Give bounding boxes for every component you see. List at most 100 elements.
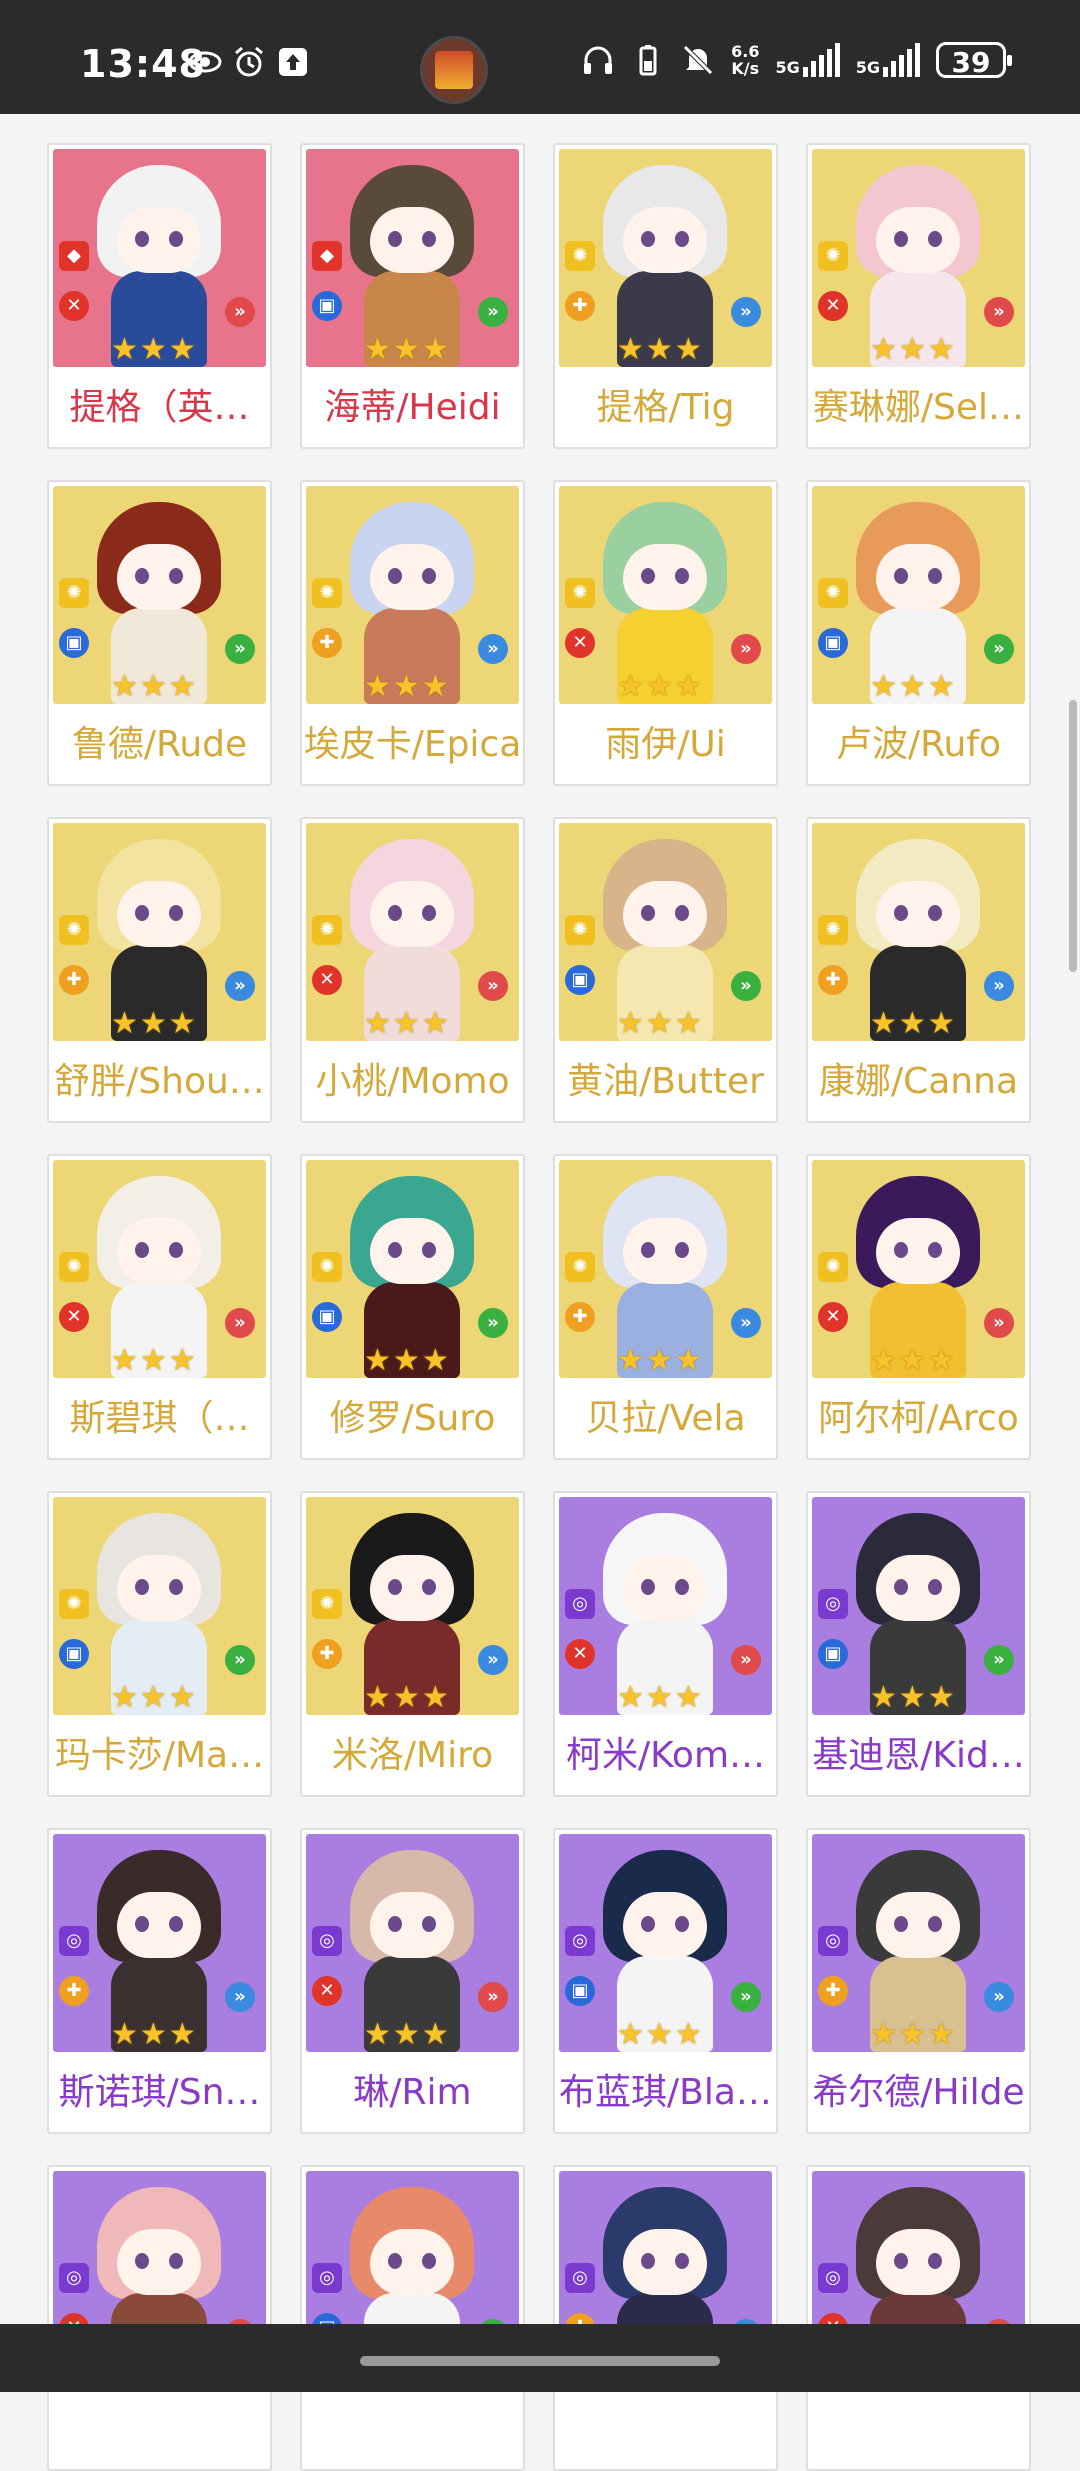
- character-card[interactable]: ✺ ✕» ★ ★ ★ 小桃/Momo: [300, 817, 525, 1123]
- character-card[interactable]: ✺ ▣» ★ ★ ★ 黄油/Butter: [553, 817, 778, 1123]
- element-icon: ◎: [59, 2263, 89, 2293]
- star-icon: ★: [111, 2017, 138, 2052]
- star-icon: ★: [168, 1680, 196, 1715]
- star-icon: ★: [421, 1343, 449, 1378]
- star-icon: ★: [168, 1343, 196, 1378]
- role-icon: ✚: [59, 1976, 89, 2006]
- role-icon: ✚: [59, 965, 89, 995]
- star-icon: ★: [392, 332, 420, 367]
- character-name: 舒胖/Shou…: [54, 1061, 265, 1102]
- character-portrait: ◆ ✕» ★ ★ ★: [53, 149, 266, 367]
- character-card[interactable]: ✺ ✚» ★ ★ ★ 贝拉/Vela: [553, 1154, 778, 1460]
- element-icon: ✺: [565, 1252, 595, 1282]
- element-icon: ✺: [565, 241, 595, 271]
- star-icon: ★: [870, 669, 897, 704]
- position-icon: »: [731, 1308, 761, 1338]
- element-icon: ✺: [59, 1252, 89, 1282]
- character-card[interactable]: ✺ ✚» ★ ★ ★ 提格/Tig: [553, 143, 778, 449]
- character-portrait: ✺ ▣» ★ ★ ★: [812, 486, 1025, 704]
- character-portrait: ✺ ✚» ★ ★ ★: [559, 1160, 772, 1378]
- scrollbar[interactable]: [1069, 700, 1077, 972]
- star-icon: ★: [674, 332, 702, 367]
- character-card[interactable]: ✺ ▣» ★ ★ ★ 鲁德/Rude: [47, 480, 272, 786]
- star-icon: ★: [392, 1680, 420, 1715]
- character-card[interactable]: ◎✕»: [47, 2165, 272, 2471]
- character-card[interactable]: ✺ ✕» ★ ★ ★ 雨伊/Ui: [553, 480, 778, 786]
- element-icon: ◎: [59, 1926, 89, 1956]
- star-icon: ★: [364, 1006, 391, 1041]
- character-portrait: ✺ ✚» ★ ★ ★: [812, 823, 1025, 1041]
- character-name: [555, 2391, 776, 2469]
- star-rating: ★ ★ ★: [617, 1346, 702, 1376]
- character-card[interactable]: ◎ ✕» ★ ★ ★ 柯米/Kom…: [553, 1491, 778, 1797]
- character-portrait: ✺ ▣» ★ ★ ★: [53, 1497, 266, 1715]
- character-card[interactable]: ✺ ✚» ★ ★ ★ 康娜/Canna: [806, 817, 1031, 1123]
- character-portrait: ✺ ✚» ★ ★ ★: [559, 149, 772, 367]
- character-card[interactable]: ✺ ▣» ★ ★ ★ 修罗/Suro: [300, 1154, 525, 1460]
- character-card[interactable]: ✺ ▣» ★ ★ ★ 卢波/Rufo: [806, 480, 1031, 786]
- character-card[interactable]: ◎▣»: [300, 2165, 525, 2471]
- character-card[interactable]: ✺ ✚» ★ ★ ★ 埃皮卡/Epica: [300, 480, 525, 786]
- character-name: 康娜/Canna: [818, 1061, 1019, 1102]
- star-icon: ★: [392, 2017, 420, 2052]
- character-card[interactable]: ◆ ▣» ★ ★ ★ 海蒂/Heidi: [300, 143, 525, 449]
- star-icon: ★: [111, 1343, 138, 1378]
- element-icon: ◎: [565, 2263, 595, 2293]
- position-icon: »: [225, 1982, 255, 2012]
- star-icon: ★: [898, 669, 926, 704]
- character-card[interactable]: ◎✕»: [806, 2165, 1031, 2471]
- star-rating: ★ ★ ★: [111, 1683, 196, 1713]
- star-icon: ★: [645, 1006, 673, 1041]
- role-icon: ✚: [818, 965, 848, 995]
- character-name: [302, 2391, 523, 2469]
- character-card[interactable]: ✺ ✚» ★ ★ ★ 米洛/Miro: [300, 1491, 525, 1797]
- character-name: 提格/Tig: [596, 387, 735, 428]
- sim2-label: 5G: [855, 58, 880, 77]
- character-card[interactable]: ◎✚»: [553, 2165, 778, 2471]
- star-icon: ★: [645, 2017, 673, 2052]
- character-name: 黄油/Butter: [567, 1061, 764, 1102]
- role-icon: ✚: [312, 628, 342, 658]
- character-card[interactable]: ◎ ▣» ★ ★ ★ 布蓝琪/Bla…: [553, 1828, 778, 2134]
- element-icon: ◎: [565, 1589, 595, 1619]
- star-icon: ★: [674, 2017, 702, 2052]
- character-card[interactable]: ◎ ✚» ★ ★ ★ 希尔德/Hilde: [806, 1828, 1031, 2134]
- star-icon: ★: [674, 1680, 702, 1715]
- element-icon: ✺: [59, 915, 89, 945]
- character-card[interactable]: ◎ ▣» ★ ★ ★ 基迪恩/Kid…: [806, 1491, 1031, 1797]
- character-name: 小桃/Momo: [315, 1061, 510, 1102]
- character-portrait: ◎ ✚» ★ ★ ★: [53, 1834, 266, 2052]
- character-portrait: ◆ ▣» ★ ★ ★: [306, 149, 519, 367]
- star-icon: ★: [421, 332, 449, 367]
- character-card[interactable]: ✺ ✕» ★ ★ ★ 斯碧琪（…: [47, 1154, 272, 1460]
- character-card[interactable]: ◆ ✕» ★ ★ ★ 提格（英…: [47, 143, 272, 449]
- star-rating: ★ ★ ★: [111, 1346, 196, 1376]
- role-icon: ✕: [312, 1976, 342, 2006]
- battery-indicator: 39: [936, 42, 1012, 79]
- role-icon: ✕: [59, 291, 89, 321]
- character-name: 基迪恩/Kid…: [812, 1735, 1025, 1776]
- status-bar: 13:48 6.6 K/s 5G 5G 39: [0, 0, 1080, 114]
- star-rating: ★ ★ ★: [111, 1009, 196, 1039]
- star-icon: ★: [645, 1680, 673, 1715]
- character-card[interactable]: ✺ ▣» ★ ★ ★ 玛卡莎/Ma…: [47, 1491, 272, 1797]
- star-icon: ★: [927, 2017, 955, 2052]
- star-rating: ★ ★ ★: [364, 335, 449, 365]
- character-card[interactable]: ✺ ✕» ★ ★ ★ 赛琳娜/Sel…: [806, 143, 1031, 449]
- character-card[interactable]: ✺ ✕» ★ ★ ★ 阿尔柯/Arco: [806, 1154, 1031, 1460]
- role-icon: ▣: [312, 291, 342, 321]
- character-portrait: ✺ ▣» ★ ★ ★: [306, 1160, 519, 1378]
- role-icon: ✕: [818, 1302, 848, 1332]
- home-gesture-handle[interactable]: [360, 2356, 720, 2366]
- element-icon: ✺: [818, 241, 848, 271]
- character-name: 柯米/Kom…: [565, 1735, 766, 1776]
- role-icon: ✕: [565, 628, 595, 658]
- character-card[interactable]: ◎ ✕» ★ ★ ★ 琳/Rim: [300, 1828, 525, 2134]
- element-icon: ◎: [565, 1926, 595, 1956]
- star-icon: ★: [645, 1343, 673, 1378]
- character-card[interactable]: ✺ ✚» ★ ★ ★ 舒胖/Shou…: [47, 817, 272, 1123]
- character-card[interactable]: ◎ ✚» ★ ★ ★ 斯诺琪/Sn…: [47, 1828, 272, 2134]
- star-rating: ★ ★ ★: [364, 1683, 449, 1713]
- system-icons: 6.6 K/s 5G 5G 39: [581, 42, 1012, 79]
- role-icon: ✕: [59, 1302, 89, 1332]
